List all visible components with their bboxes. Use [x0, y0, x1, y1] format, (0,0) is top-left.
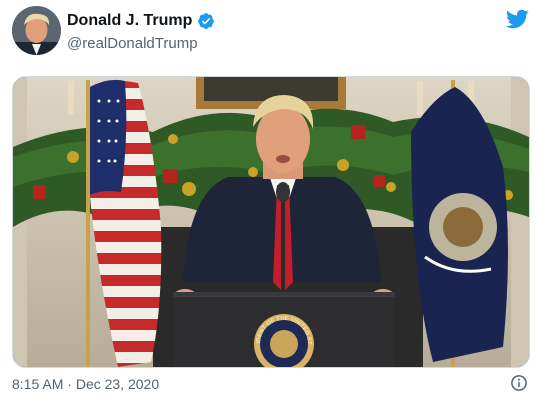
timestamp-separator: ·	[67, 376, 72, 392]
twitter-bird-icon[interactable]	[505, 9, 529, 29]
tweet-time: 8:15 AM	[12, 376, 64, 392]
tweet-date: Dec 23, 2020	[75, 376, 160, 392]
verified-badge-icon	[198, 13, 215, 29]
tweet-media[interactable]: PRESIDENT OF THE UNITED STATES	[12, 76, 530, 368]
author-name-row: Donald J. Trump	[67, 12, 215, 30]
info-icon[interactable]	[510, 374, 528, 392]
user-handle[interactable]: @realDonaldTrump	[67, 35, 198, 52]
avatar-image	[12, 6, 61, 55]
display-name[interactable]: Donald J. Trump	[67, 12, 192, 30]
avatar[interactable]	[12, 6, 61, 55]
tweet-timestamp[interactable]: 8:15 AM · Dec 23, 2020	[12, 376, 159, 392]
video-still-image: PRESIDENT OF THE UNITED STATES	[13, 77, 529, 367]
